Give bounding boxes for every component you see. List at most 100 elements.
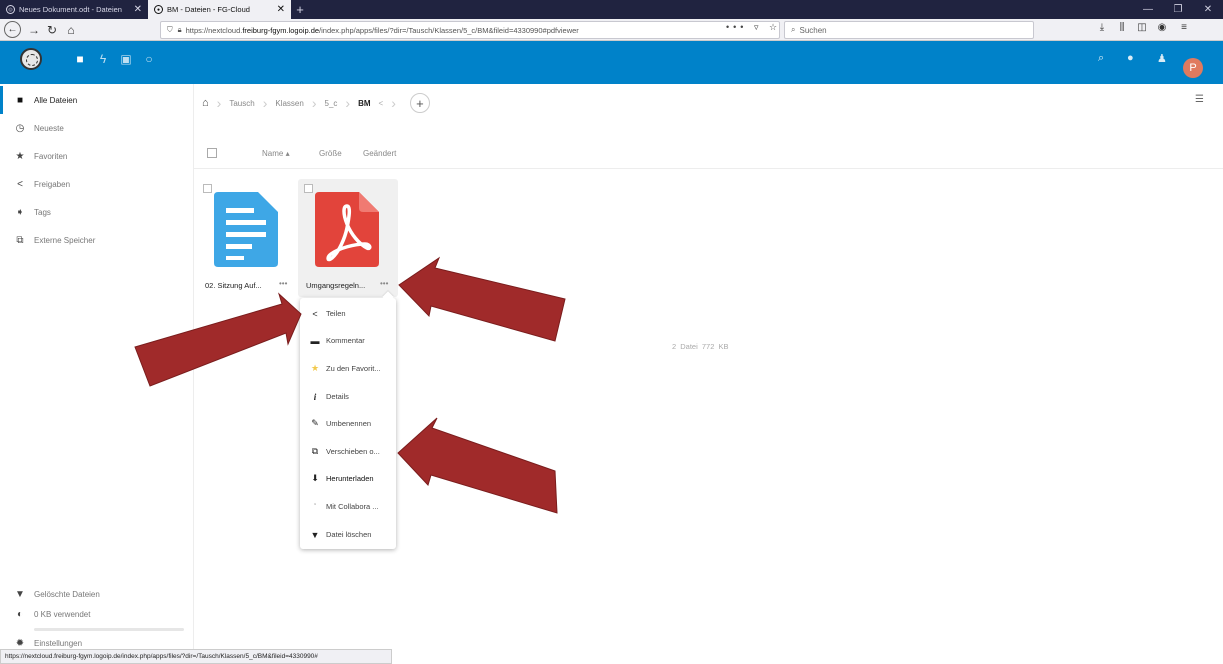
breadcrumb-current[interactable]: BM bbox=[358, 99, 370, 108]
gallery-app-icon[interactable]: ▣ bbox=[118, 52, 134, 66]
column-name-label: Name bbox=[262, 149, 284, 158]
new-tab-button[interactable]: + bbox=[291, 0, 309, 19]
reload-button[interactable]: ↻ bbox=[43, 21, 61, 39]
document-icon bbox=[214, 192, 278, 267]
tab-title: Neues Dokument.odt - Dateien bbox=[19, 5, 122, 14]
menu-item-collabora[interactable]: ʻ Mit Collabora ... bbox=[300, 493, 396, 520]
file-context-menu: < Teilen ▬ Kommentar ★ Zu den Favorit...… bbox=[300, 298, 396, 549]
minimize-icon[interactable]: — bbox=[1133, 0, 1163, 19]
pencil-icon: ✎ bbox=[311, 418, 319, 428]
sidebar-item-tags[interactable]: ➧ Tags bbox=[0, 198, 194, 226]
menu-item-label: Details bbox=[326, 392, 349, 401]
sidebar-icon[interactable]: ◫ bbox=[1134, 22, 1150, 33]
search-input[interactable]: ⌕ Suchen bbox=[784, 21, 1034, 39]
external-icon: ⧉ bbox=[16, 234, 24, 246]
activity-app-icon[interactable]: ϟ bbox=[95, 52, 111, 66]
menu-icon[interactable]: ≡ bbox=[1176, 22, 1192, 33]
file-checkbox[interactable] bbox=[203, 184, 212, 193]
trash-icon: ▼ bbox=[15, 588, 25, 600]
file-total-size: 772 KB bbox=[701, 342, 729, 351]
back-button[interactable]: ← bbox=[4, 21, 21, 38]
file-name[interactable]: Umgangsregeln... bbox=[306, 281, 365, 290]
url-path: /index.php/apps/files/?dir=/Tausch/Klass… bbox=[319, 25, 579, 35]
menu-item-download[interactable]: ⬇ Herunterladen bbox=[300, 465, 396, 492]
close-tab-icon[interactable]: ✕ bbox=[277, 4, 285, 15]
maximize-icon[interactable]: ❐ bbox=[1163, 0, 1193, 19]
contacts-icon[interactable]: ♟ bbox=[1157, 52, 1167, 65]
star-icon: ★ bbox=[15, 150, 25, 162]
annotation-arrow-right-upper bbox=[398, 256, 566, 342]
menu-item-comment[interactable]: ▬ Kommentar bbox=[300, 327, 396, 354]
sidebar-item-label: Neueste bbox=[34, 123, 64, 133]
select-all-checkbox[interactable] bbox=[207, 148, 217, 158]
nextcloud-header: ■ ϟ ▣ ○ ⌕ ● ♟ P bbox=[0, 41, 1223, 84]
sidebar-item-label: Favoriten bbox=[34, 151, 68, 161]
file-count: 2 Datei bbox=[672, 342, 698, 351]
quota-indicator[interactable]: ◐ 0 KB verwendet bbox=[0, 604, 194, 624]
menu-item-label: Kommentar bbox=[326, 336, 365, 345]
page-actions-icon[interactable]: ••• ▿ ☆ bbox=[726, 22, 781, 33]
menu-item-details[interactable]: i Details bbox=[300, 383, 396, 410]
chevron-right-icon: › bbox=[345, 95, 351, 111]
list-view-toggle-icon[interactable]: ☰ bbox=[1195, 94, 1204, 105]
menu-item-move[interactable]: ⧉ Verschieben o... bbox=[300, 438, 396, 465]
info-icon: i bbox=[313, 391, 317, 402]
gear-icon: ✹ bbox=[15, 637, 25, 649]
sidebar-item-label: Gelöschte Dateien bbox=[34, 589, 100, 599]
download-icon[interactable]: ⤓ bbox=[1094, 22, 1110, 33]
collabora-icon: ʻ bbox=[314, 503, 316, 510]
sidebar-item-external-storage[interactable]: ⧉ Externe Speicher bbox=[0, 226, 194, 254]
school-logo[interactable] bbox=[20, 48, 42, 70]
column-modified[interactable]: Geändert bbox=[363, 149, 396, 158]
window-close-icon[interactable]: ✕ bbox=[1193, 0, 1223, 19]
quota-bar bbox=[34, 628, 184, 631]
folder-icon: ■ bbox=[16, 94, 24, 106]
file-tile[interactable]: 02. Sitzung Auf... ••• bbox=[197, 179, 297, 297]
file-name[interactable]: 02. Sitzung Auf... bbox=[205, 281, 262, 290]
browser-tab-inactive[interactable]: ◎ Neues Dokument.odt - Dateien ✕ bbox=[0, 0, 148, 19]
sidebar-item-shares[interactable]: < Freigaben bbox=[0, 170, 194, 198]
url-host: freiburg-fgym.logoip.de bbox=[242, 25, 320, 35]
sidebar-item-favorites[interactable]: ★ Favoriten bbox=[0, 142, 194, 170]
search-icon[interactable]: ⌕ bbox=[1098, 52, 1104, 65]
chevron-right-icon: › bbox=[311, 95, 317, 111]
files-app-icon[interactable]: ■ bbox=[72, 52, 88, 66]
column-name[interactable]: Name ▴ bbox=[262, 149, 290, 158]
breadcrumb-item[interactable]: Tausch bbox=[229, 99, 254, 108]
menu-item-rename[interactable]: ✎ Umbenennen bbox=[300, 410, 396, 437]
notifications-icon[interactable]: ● bbox=[1127, 52, 1134, 64]
extension-icon[interactable]: ◉ bbox=[1154, 22, 1170, 33]
sidebar: ■ Alle Dateien ◷ Neueste ★ Favoriten < F… bbox=[0, 84, 194, 649]
new-file-button[interactable]: + bbox=[409, 93, 430, 113]
share-icon[interactable]: < bbox=[379, 99, 384, 108]
menu-item-delete[interactable]: ▼ Datei löschen bbox=[300, 521, 396, 548]
more-actions-icon[interactable]: ••• bbox=[380, 279, 388, 288]
avatar[interactable]: P bbox=[1183, 58, 1203, 78]
file-tile[interactable]: Umgangsregeln... ••• bbox=[298, 179, 398, 297]
lock-icon: 🔒︎ bbox=[177, 25, 182, 34]
breadcrumb-item[interactable]: Klassen bbox=[275, 99, 303, 108]
search-app-icon[interactable]: ○ bbox=[141, 52, 157, 66]
file-checkbox[interactable] bbox=[304, 184, 313, 193]
sidebar-item-recent[interactable]: ◷ Neueste bbox=[0, 114, 194, 142]
menu-item-favorite[interactable]: ★ Zu den Favorit... bbox=[300, 355, 396, 382]
menu-item-label: Herunterladen bbox=[326, 474, 374, 483]
forward-button[interactable]: → bbox=[25, 21, 43, 39]
sidebar-item-all-files[interactable]: ■ Alle Dateien bbox=[0, 86, 194, 114]
menu-item-label: Teilen bbox=[326, 309, 346, 318]
library-icon[interactable]: ⫼ bbox=[1114, 22, 1130, 33]
menu-item-share[interactable]: < Teilen bbox=[300, 300, 396, 327]
home-button[interactable]: ⌂ bbox=[62, 21, 80, 39]
url-prefix: https://nextcloud. bbox=[185, 25, 243, 35]
column-size[interactable]: Größe bbox=[319, 149, 342, 158]
shield-icon: ⛉ bbox=[167, 25, 173, 34]
sidebar-item-label: Tags bbox=[34, 207, 51, 217]
sidebar-item-label: Freigaben bbox=[34, 179, 71, 189]
breadcrumb-item[interactable]: 5_c bbox=[325, 99, 338, 108]
address-bar[interactable]: ⛉ 🔒︎ https://nextcloud. freiburg-fgym.log… bbox=[160, 21, 780, 39]
chevron-right-icon: › bbox=[391, 95, 396, 111]
close-tab-icon[interactable]: ✕ bbox=[134, 4, 142, 15]
home-icon[interactable]: ⌂ bbox=[202, 97, 209, 109]
browser-tab-active[interactable]: ● BM - Dateien - FG-Cloud ✕ bbox=[148, 0, 291, 19]
more-actions-icon[interactable]: ••• bbox=[279, 279, 287, 288]
